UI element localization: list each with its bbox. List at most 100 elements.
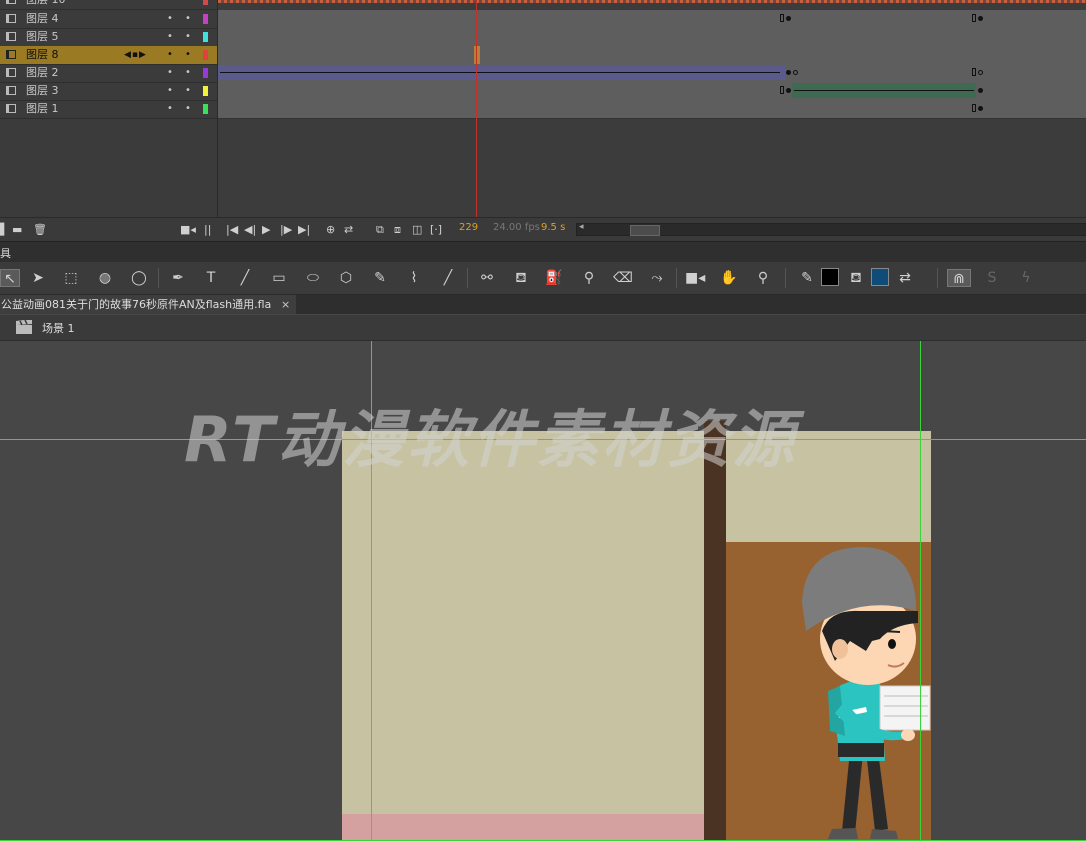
onion-markers-icon[interactable]: ◫ [412,223,422,236]
frame-row[interactable] [218,28,1086,47]
layer-color-swatch[interactable] [203,14,208,24]
lock-dot[interactable]: • [184,46,192,64]
bone-icon[interactable]: ⚯ [477,269,497,287]
camera-tool-icon[interactable]: ■◂ [685,269,705,287]
onion-skin-icon[interactable]: || [204,223,211,236]
edit-multiple-frames-icon[interactable]: ⧈ [394,223,401,237]
trash-icon[interactable]: 🗑 [33,223,47,236]
pencil-icon[interactable]: ✎ [370,269,390,287]
frame-row[interactable] [218,46,1086,65]
keyframe[interactable] [978,70,983,75]
play-icon[interactable]: ▶ [262,223,270,236]
layer-color-swatch[interactable] [203,0,208,5]
straighten-icon[interactable]: ϟ [1016,269,1036,287]
keyframe[interactable] [972,68,976,76]
fill-bucket-icon[interactable]: ⛾ [846,269,866,287]
stage-pasteboard[interactable]: RT动漫软件素材资源 [0,341,1086,841]
lock-dot[interactable]: • [184,82,192,100]
frame-row[interactable] [218,82,1086,101]
layer-color-swatch[interactable] [203,68,208,78]
current-frame-number[interactable]: 229 [459,222,478,233]
visibility-dot[interactable]: • [166,0,174,9]
layer-color-swatch[interactable] [203,86,208,96]
layer-row[interactable]: 图层 4 • • [0,10,217,29]
keyframe[interactable] [780,14,784,22]
hand-icon[interactable]: ✋ [719,269,739,287]
timeline-scrollbar[interactable]: ◂ [576,222,1086,236]
layer-row[interactable]: 图层 1 • • [0,100,217,119]
oval-icon[interactable]: ⬭ [303,269,323,287]
keyframe[interactable] [786,16,791,21]
frame-row[interactable] [218,64,1086,83]
frames-grid[interactable] [218,0,1086,217]
eraser-icon[interactable]: ⌫ [613,269,633,287]
onion-skin-outline-icon[interactable]: ⧉ [376,223,384,237]
keyframe[interactable] [978,106,983,111]
layer-row-selected[interactable]: 图层 8 ◀▪▶ • • [0,46,217,65]
layer-color-swatch[interactable] [203,32,208,42]
loop-icon[interactable]: ⇄ [344,223,353,236]
visibility-dot[interactable]: • [166,64,174,82]
layer-row[interactable]: 图层 5 • • [0,28,217,47]
playhead[interactable] [476,0,477,217]
3d-rotation-icon[interactable]: ◍ [95,269,115,287]
scrollbar-thumb[interactable] [630,225,660,236]
visibility-dot[interactable]: • [166,28,174,46]
layer-row[interactable]: 图层 2 • • [0,64,217,83]
ink-bottle-icon[interactable]: ⛽ [544,269,564,287]
lock-dot[interactable]: • [184,10,192,28]
lasso-icon[interactable]: ◯ [129,269,149,287]
visibility-dot[interactable]: • [166,82,174,100]
polystar-icon[interactable]: ⬡ [336,269,356,287]
center-frame-icon[interactable]: ⊕ [326,223,335,236]
keyframe[interactable] [978,88,983,93]
keyframe[interactable] [786,70,791,75]
keyframe[interactable] [793,70,798,75]
stroke-pencil-icon[interactable]: ✎ [797,269,817,287]
scene-label[interactable]: 场景 1 [42,320,75,336]
scroll-left-icon[interactable]: ◂ [579,222,584,232]
paint-brush-icon[interactable]: ⌇ [404,269,424,287]
keyframe[interactable] [978,16,983,21]
keyframe-nav-arrows[interactable]: ◀▪▶ [124,46,147,64]
selection-tool-icon[interactable]: ↖ [0,269,20,287]
paint-bucket-icon[interactable]: ⛾ [511,269,531,287]
layer-row[interactable]: 图层 3 • • [0,82,217,101]
width-tool-icon[interactable]: ⤳ [647,269,667,287]
lock-dot[interactable]: • [184,64,192,82]
rectangle-icon[interactable]: ▭ [269,269,289,287]
smooth-icon[interactable]: S [982,269,1002,287]
document-tab[interactable]: 公益动画081关于门的故事76秒原件AN及flash通用.fla × [0,295,296,314]
keyframe[interactable] [972,104,976,112]
layer-row[interactable]: 图层 10 • • [0,0,217,10]
folder-icon[interactable]: ▬ [12,223,22,236]
next-frame-icon[interactable]: |▶ [280,223,292,236]
layer-color-swatch[interactable] [203,50,208,60]
keyframe[interactable] [786,88,791,93]
subselection-tool-icon[interactable]: ➤ [28,269,48,287]
layer-color-swatch[interactable] [203,104,208,114]
free-transform-icon[interactable]: ⬚ [61,269,81,287]
scene-icon[interactable] [15,320,33,334]
zoom-icon[interactable]: ⚲ [753,269,773,287]
lock-dot[interactable]: • [184,0,192,9]
line-icon[interactable]: ╱ [235,269,255,287]
visibility-dot[interactable]: • [166,10,174,28]
frame-range-icon[interactable]: [·] [430,223,442,236]
lock-dot[interactable]: • [184,28,192,46]
frame-row[interactable] [218,10,1086,29]
text-icon[interactable]: T [201,269,221,287]
pen-icon[interactable]: ✒ [168,269,188,287]
keyframe[interactable] [780,86,784,94]
first-frame-icon[interactable]: |◀ [226,223,238,236]
visibility-dot[interactable]: • [166,46,174,64]
keyframe[interactable] [972,14,976,22]
fill-color-swatch[interactable] [871,268,889,286]
snap-magnet-icon[interactable]: ⋒ [947,269,971,287]
visibility-dot[interactable]: • [166,100,174,118]
eyedropper-icon[interactable]: ⚲ [579,269,599,287]
new-layer-icon[interactable]: ▌ [0,223,8,236]
prev-frame-icon[interactable]: ◀| [244,223,256,236]
frame-row[interactable] [218,100,1086,119]
last-frame-icon[interactable]: ▶| [298,223,310,236]
